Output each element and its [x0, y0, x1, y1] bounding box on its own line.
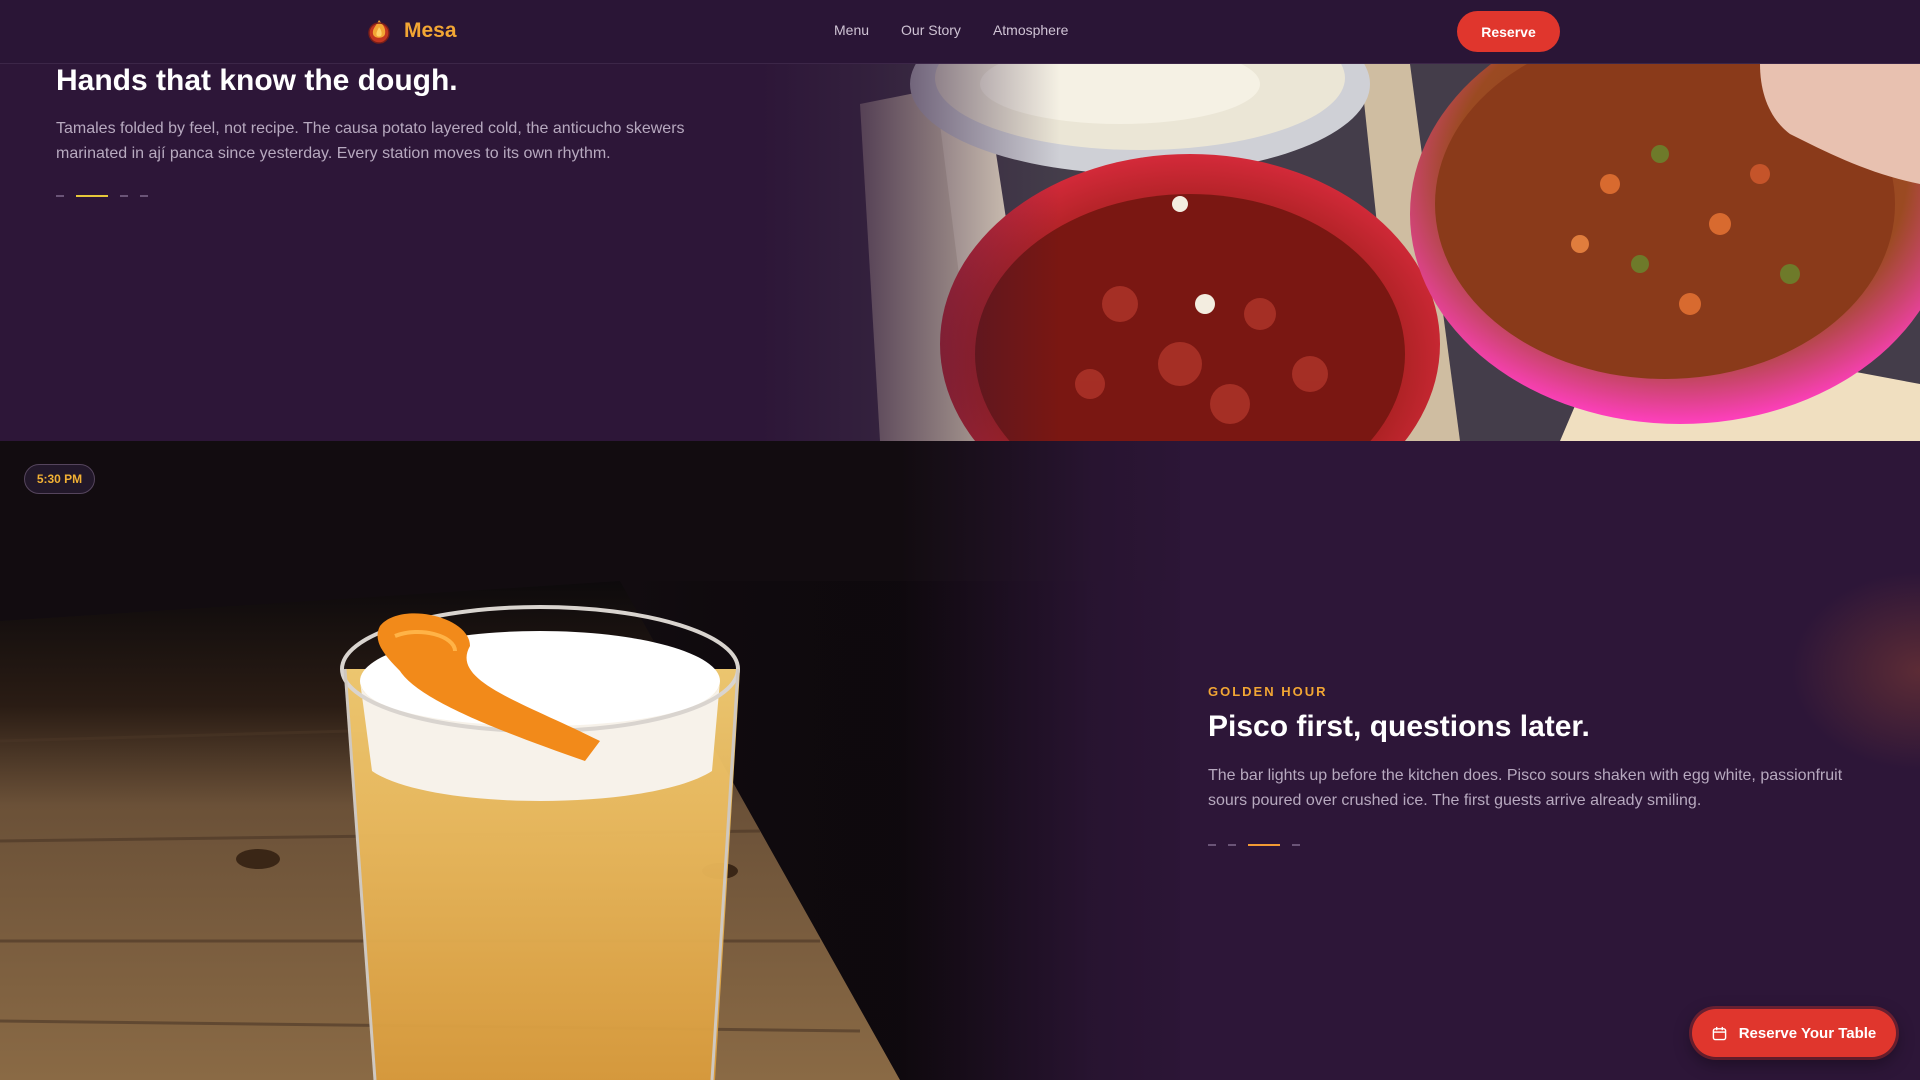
reserve-your-table-button[interactable]: Reserve Your Table — [1692, 1009, 1896, 1057]
bar-section-eyebrow: GOLDEN HOUR — [1208, 684, 1328, 699]
ambient-glow — [1790, 571, 1920, 771]
reserve-your-table-label: Reserve Your Table — [1738, 1024, 1877, 1042]
reserve-button[interactable]: Reserve — [1457, 11, 1560, 52]
flame-logo-icon — [368, 20, 390, 44]
slide-dot[interactable] — [56, 195, 64, 197]
kitchen-section-title: Hands that know the dough. — [56, 64, 458, 97]
slide-dot[interactable] — [1208, 844, 1216, 846]
calendar-icon — [1712, 1026, 1726, 1040]
slide-dot[interactable] — [120, 195, 128, 197]
brand-name: Mesa — [404, 19, 457, 42]
nav-item-menu[interactable]: Menu — [834, 22, 869, 38]
time-badge: 5:30 PM — [24, 464, 95, 494]
slide-dot[interactable] — [1292, 844, 1300, 846]
slide-dot-active[interactable] — [76, 195, 108, 197]
brand-logo-link[interactable]: Mesa — [366, 17, 457, 45]
slide-dot[interactable] — [140, 195, 148, 197]
page: Mesa Menu Our Story Atmosphere Reserve H… — [0, 0, 1920, 1080]
bar-section-title: Pisco first, questions later. — [1208, 710, 1590, 743]
nav-item-our-story[interactable]: Our Story — [901, 22, 961, 38]
top-navigation-bar: Mesa Menu Our Story Atmosphere Reserve — [0, 0, 1920, 64]
bar-section-description: The bar lights up before the kitchen doe… — [1208, 767, 1843, 809]
kitchen-section: Hands that know the dough. Tamales folde… — [0, 64, 1920, 441]
kitchen-slide-indicator — [56, 195, 160, 197]
nav-item-atmosphere[interactable]: Atmosphere — [993, 22, 1068, 38]
kitchen-section-description: Tamales folded by feel, not recipe. The … — [56, 120, 685, 162]
slide-dot[interactable] — [1228, 844, 1236, 846]
bar-image-fade — [900, 441, 1220, 1080]
bar-slide-indicator — [1208, 844, 1312, 846]
bar-section: 5:30 PM GOLDEN HOUR Pisco first, questio… — [0, 441, 1920, 1080]
slide-dot-active[interactable] — [1248, 844, 1280, 846]
kitchen-image-fade — [760, 64, 1060, 441]
main-nav: Menu Our Story Atmosphere — [834, 22, 1100, 38]
